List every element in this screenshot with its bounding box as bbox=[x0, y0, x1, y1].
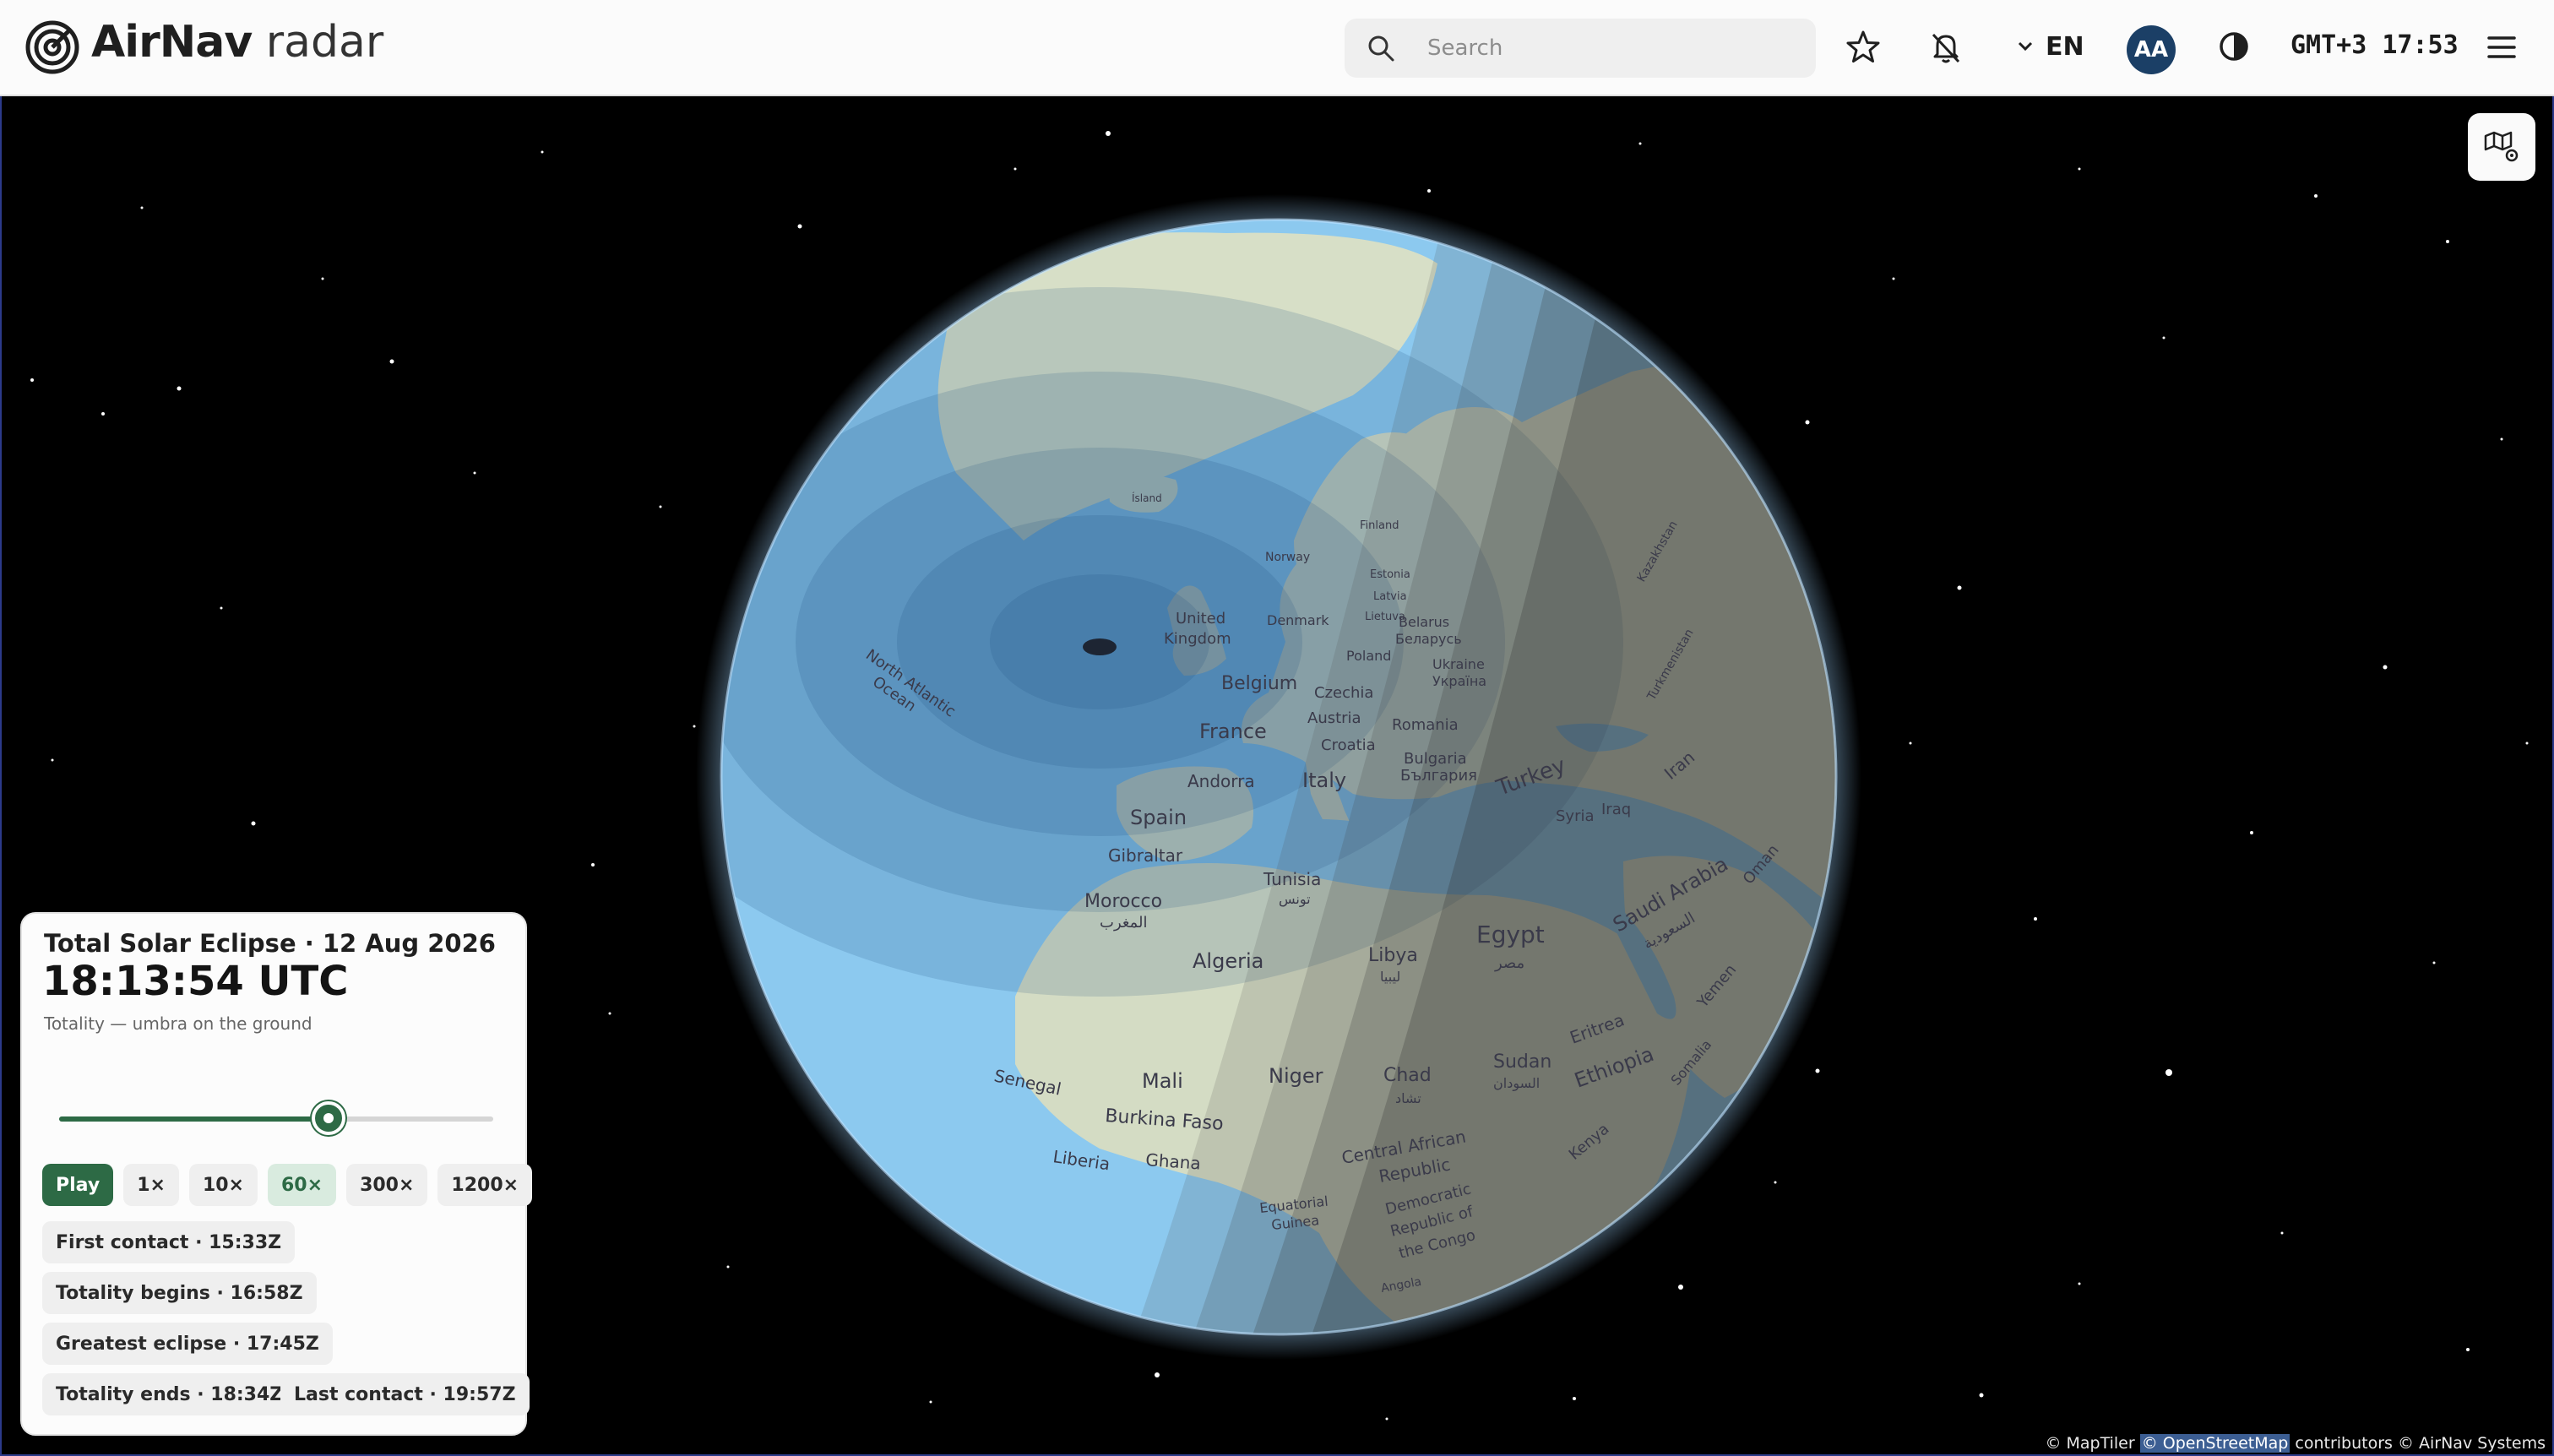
label-iraq: Iraq bbox=[1601, 801, 1631, 818]
label-morocco-local: المغرب bbox=[1100, 914, 1147, 932]
label-bulgaria-local: България bbox=[1400, 767, 1477, 785]
menu-icon[interactable] bbox=[2486, 34, 2517, 61]
label-syria: Syria bbox=[1556, 807, 1595, 825]
search-icon bbox=[1368, 35, 1394, 62]
eclipse-phase: Totality — umbra on the ground bbox=[44, 1013, 312, 1034]
totality-ends-chip[interactable]: Totality ends · 18:34Z bbox=[42, 1373, 297, 1415]
label-tunisia-local: تونس bbox=[1279, 891, 1311, 908]
map-settings-button[interactable] bbox=[2468, 113, 2535, 181]
brand-name[interactable]: AirNav radar bbox=[91, 17, 383, 68]
label-sudan: Sudan bbox=[1493, 1051, 1551, 1073]
label-czechia: Czechia bbox=[1314, 684, 1373, 702]
timeline-handle[interactable] bbox=[312, 1101, 345, 1135]
label-morocco: Morocco bbox=[1084, 891, 1162, 912]
totality-begins-chip[interactable]: Totality begins · 16:58Z bbox=[42, 1272, 317, 1314]
radar-logo-icon[interactable] bbox=[25, 20, 79, 74]
map-attribution: © MapTiler © OpenStreetMap contributors … bbox=[2045, 1434, 2546, 1453]
label-egypt-local: مصر bbox=[1494, 954, 1524, 972]
label-libya: Libya bbox=[1368, 945, 1418, 966]
label-libya-local: ليبيا bbox=[1380, 969, 1400, 985]
label-belarus: Belarus bbox=[1399, 614, 1449, 630]
top-bar: AirNav radar EN AA GMT+3 17:53 bbox=[0, 0, 2554, 96]
attribution-rest: contributors © AirNav Systems bbox=[2295, 1434, 2546, 1453]
search-input[interactable] bbox=[1427, 29, 1799, 68]
label-belgium: Belgium bbox=[1221, 673, 1297, 694]
label-latvia: Latvia bbox=[1373, 590, 1407, 603]
label-italy: Italy bbox=[1302, 769, 1346, 792]
speed-1200x-button[interactable]: 1200× bbox=[437, 1164, 533, 1206]
umbra-spot bbox=[1083, 638, 1117, 655]
label-chad: Chad bbox=[1383, 1065, 1432, 1086]
label-gibraltar: Gibraltar bbox=[1108, 845, 1183, 866]
playback-controls: Play 1× 10× 60× 300× 1200× bbox=[42, 1164, 533, 1206]
speed-10x-button[interactable]: 10× bbox=[188, 1164, 258, 1206]
attribution-osm[interactable]: © OpenStreetMap bbox=[2139, 1434, 2290, 1453]
label-kingdom: Kingdom bbox=[1164, 630, 1231, 648]
label-ukraine: Ukraine bbox=[1432, 656, 1485, 672]
avatar[interactable]: AA bbox=[2127, 25, 2176, 74]
brand-bold: AirNav bbox=[91, 17, 253, 68]
brand-light: radar bbox=[265, 17, 384, 68]
contrast-icon[interactable] bbox=[2218, 30, 2250, 62]
label-united: United bbox=[1176, 610, 1225, 627]
speed-1x-button[interactable]: 1× bbox=[123, 1164, 179, 1206]
label-poland: Poland bbox=[1346, 648, 1391, 664]
language-label: EN bbox=[2046, 31, 2084, 62]
label-finland: Finland bbox=[1360, 519, 1399, 532]
label-estonia: Estonia bbox=[1370, 568, 1410, 581]
label-romania: Romania bbox=[1392, 716, 1459, 734]
label-chad-local: تشاد bbox=[1395, 1090, 1421, 1106]
play-button[interactable]: Play bbox=[42, 1164, 114, 1206]
label-niger: Niger bbox=[1269, 1064, 1323, 1088]
label-algeria: Algeria bbox=[1193, 949, 1263, 973]
language-selector[interactable]: EN bbox=[2015, 25, 2084, 68]
star-icon[interactable] bbox=[1845, 29, 1882, 66]
eclipse-panel: Total Solar Eclipse · 12 Aug 2026 18:13:… bbox=[20, 912, 533, 1436]
label-ghana: Ghana bbox=[1145, 1149, 1202, 1174]
chevron-down-icon bbox=[2018, 41, 2033, 52]
label-austria: Austria bbox=[1307, 709, 1361, 727]
eclipse-title: Total Solar Eclipse · 12 Aug 2026 bbox=[44, 929, 496, 958]
bell-off-icon[interactable] bbox=[1927, 29, 1964, 66]
label-norway: Norway bbox=[1265, 551, 1310, 564]
label-france: France bbox=[1199, 720, 1267, 743]
speed-60x-button[interactable]: 60× bbox=[268, 1164, 337, 1206]
label-belarus-local: Беларусь bbox=[1395, 631, 1462, 647]
label-spain: Spain bbox=[1130, 806, 1187, 829]
label-croatia: Croatia bbox=[1321, 736, 1376, 754]
greatest-eclipse-chip[interactable]: Greatest eclipse · 17:45Z bbox=[42, 1323, 333, 1365]
label-andorra: Andorra bbox=[1187, 771, 1255, 791]
speed-300x-button[interactable]: 300× bbox=[346, 1164, 428, 1206]
label-mali: Mali bbox=[1142, 1069, 1183, 1093]
label-ukraine-local: Україна bbox=[1432, 673, 1486, 689]
attribution-maptiler[interactable]: © MapTiler bbox=[2045, 1434, 2134, 1453]
label-denmark: Denmark bbox=[1267, 612, 1329, 628]
label-egypt: Egypt bbox=[1476, 921, 1545, 948]
clock: GMT+3 17:53 bbox=[2290, 30, 2459, 60]
timeline-progress bbox=[59, 1116, 329, 1122]
label-sudan-local: السودان bbox=[1493, 1075, 1540, 1092]
label-bulgaria: Bulgaria bbox=[1404, 750, 1467, 768]
label-tunisia: Tunisia bbox=[1263, 869, 1321, 889]
eclipse-time: 18:13:54 UTC bbox=[42, 958, 349, 1005]
last-contact-chip[interactable]: Last contact · 19:57Z bbox=[280, 1373, 530, 1415]
search-box[interactable] bbox=[1345, 19, 1816, 78]
label-iceland: Ísland bbox=[1132, 492, 1162, 504]
map-settings-icon bbox=[2484, 131, 2519, 162]
first-contact-chip[interactable]: First contact · 15:33Z bbox=[42, 1221, 296, 1263]
